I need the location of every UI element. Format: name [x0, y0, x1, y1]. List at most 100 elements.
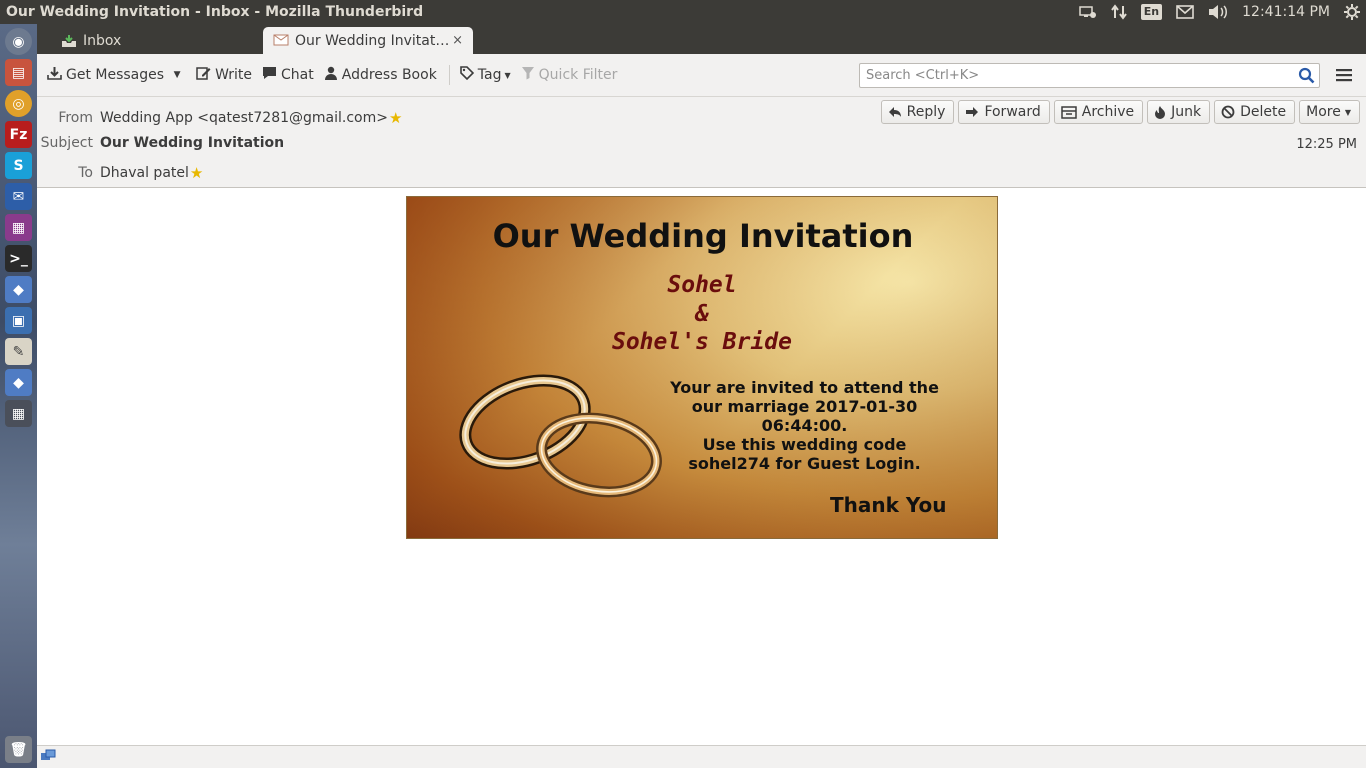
get-messages-button[interactable]: Get Messages: [47, 61, 164, 89]
chrome-app-icon[interactable]: ◎: [5, 90, 32, 117]
tag-icon: [459, 66, 474, 84]
from-label: From: [58, 110, 93, 126]
get-messages-dropdown[interactable]: ▼: [168, 61, 186, 89]
toolbar-separator: [448, 65, 450, 85]
text-editor-app-icon[interactable]: ✎: [5, 338, 32, 365]
to-value[interactable]: Dhaval patel: [100, 165, 189, 181]
gear-icon[interactable]: [1344, 4, 1360, 20]
subject-value: Our Wedding Invitation: [100, 135, 285, 151]
filezilla-app-icon[interactable]: Fz: [5, 121, 32, 148]
delete-label: Delete: [1240, 104, 1287, 120]
volume-icon[interactable]: [1208, 4, 1228, 20]
quick-filter-button[interactable]: Quick Filter: [521, 61, 617, 89]
message-header: From Wedding App <qatest7281@gmail.com> …: [37, 97, 1366, 188]
forward-label: Forward: [984, 104, 1041, 120]
dash-home-icon[interactable]: ◉: [5, 28, 32, 55]
system-indicators: En 12:41:14 PM: [1079, 4, 1366, 20]
address-book-label: Address Book: [341, 67, 437, 83]
workspace-switcher-icon[interactable]: ▦: [5, 400, 32, 427]
message-line: 06:44:00.: [761, 416, 848, 435]
ampersand: &: [695, 301, 709, 327]
clock[interactable]: 12:41:14 PM: [1242, 4, 1330, 20]
unity-launcher: ◉ ▤ ◎ Fz S ✉ ▦ >_ ◆ ▣ ✎ ◆ ▦ 🗑: [0, 24, 37, 768]
thank-you-text: Thank You: [830, 493, 947, 517]
system-top-panel: Our Wedding Invitation - Inbox - Mozilla…: [0, 0, 1366, 24]
archive-button[interactable]: Archive: [1053, 100, 1144, 124]
thunderbird-app-icon[interactable]: ✉: [5, 183, 32, 210]
funnel-icon: [521, 66, 535, 84]
search-input[interactable]: Search <Ctrl+K>: [859, 63, 1320, 88]
star-icon[interactable]: ★: [389, 109, 402, 127]
message-line: sohel274 for Guest Login.: [688, 454, 921, 473]
write-button[interactable]: Write: [196, 61, 252, 89]
keyboard-layout-indicator[interactable]: En: [1140, 4, 1163, 20]
chat-bubble-icon: [262, 66, 277, 84]
address-book-button[interactable]: Address Book: [324, 61, 437, 89]
to-row: To Dhaval patel ★: [37, 164, 203, 182]
search-icon[interactable]: [1298, 67, 1315, 88]
tag-button[interactable]: Tag ▼: [459, 61, 511, 89]
junk-button[interactable]: Junk: [1147, 100, 1211, 124]
main-toolbar: Get Messages ▼ Write Chat Address Book T…: [37, 54, 1366, 97]
envelope-icon: [273, 34, 289, 48]
delete-button[interactable]: Delete: [1214, 100, 1296, 124]
message-action-buttons: Reply Forward Archive Junk Delete More ▼: [880, 100, 1360, 124]
status-bar: [37, 745, 1366, 768]
more-button[interactable]: More ▼: [1299, 100, 1360, 124]
forward-button[interactable]: Forward: [958, 100, 1050, 124]
tab-message[interactable]: Our Wedding Invitat… ×: [263, 27, 473, 54]
transfer-arrows-icon[interactable]: [1110, 4, 1127, 20]
chat-button[interactable]: Chat: [262, 61, 314, 89]
app-menu-icon[interactable]: [1335, 66, 1353, 84]
no-entry-icon: [1221, 105, 1235, 119]
package-app-icon[interactable]: ◆: [5, 369, 32, 396]
mail-tray-icon[interactable]: [1176, 5, 1194, 19]
junk-label: Junk: [1171, 104, 1202, 120]
forward-icon: [965, 106, 979, 118]
media-app-icon[interactable]: ▦: [5, 214, 32, 241]
from-value[interactable]: Wedding App <qatest7281@gmail.com>: [100, 110, 388, 126]
wedding-rings-image: [459, 374, 662, 498]
search-placeholder: Search <Ctrl+K>: [866, 68, 980, 83]
terminal-app-icon[interactable]: >_: [5, 245, 32, 272]
to-label: To: [78, 165, 93, 181]
star-icon[interactable]: ★: [190, 164, 203, 182]
get-messages-label: Get Messages: [66, 67, 165, 83]
download-icon: [47, 66, 62, 84]
reply-icon: [888, 106, 902, 118]
from-row: From Wedding App <qatest7281@gmail.com> …: [37, 109, 402, 127]
trash-icon[interactable]: 🗑: [5, 736, 32, 763]
flame-icon: [1154, 105, 1166, 119]
write-label: Write: [215, 67, 253, 83]
more-label: More: [1306, 104, 1341, 120]
bride-name: Sohel's Bride: [611, 329, 792, 355]
subject-row: Subject Our Wedding Invitation: [37, 135, 284, 151]
person-icon: [324, 66, 338, 84]
window-title: Our Wedding Invitation - Inbox - Mozilla…: [6, 4, 424, 20]
close-tab-icon[interactable]: ×: [452, 33, 463, 48]
tab-label: Inbox: [83, 32, 122, 49]
tab-inbox[interactable]: Inbox: [51, 27, 261, 54]
reply-button[interactable]: Reply: [880, 100, 955, 124]
network-tray-icon[interactable]: [1079, 4, 1097, 20]
reply-label: Reply: [906, 104, 946, 120]
message-time: 12:25 PM: [1296, 137, 1357, 152]
files-app-icon[interactable]: ▤: [5, 59, 32, 86]
message-line: our marriage 2017-01-30: [691, 397, 918, 416]
chat-label: Chat: [281, 67, 314, 83]
inbox-icon: [61, 34, 77, 48]
message-line: Use this wedding code: [702, 435, 907, 454]
pencil-icon: [196, 66, 211, 84]
virtualbox-app-icon[interactable]: ◆: [5, 276, 32, 303]
tab-label: Our Wedding Invitat…: [295, 32, 450, 49]
online-status-icon[interactable]: [40, 749, 56, 768]
chevron-down-icon: ▼: [1344, 107, 1351, 117]
skype-app-icon[interactable]: S: [5, 152, 32, 179]
invitation-title: Our Wedding Invitation: [492, 217, 914, 255]
archive-label: Archive: [1081, 104, 1135, 120]
subject-label: Subject: [40, 135, 93, 151]
tag-label: Tag: [477, 67, 502, 83]
invitation-card-image: Our Wedding Invitation Sohel & Sohel's B…: [406, 196, 998, 539]
remote-desktop-app-icon[interactable]: ▣: [5, 307, 32, 334]
invitation-message: Your are invited to attend the our marri…: [657, 378, 952, 473]
